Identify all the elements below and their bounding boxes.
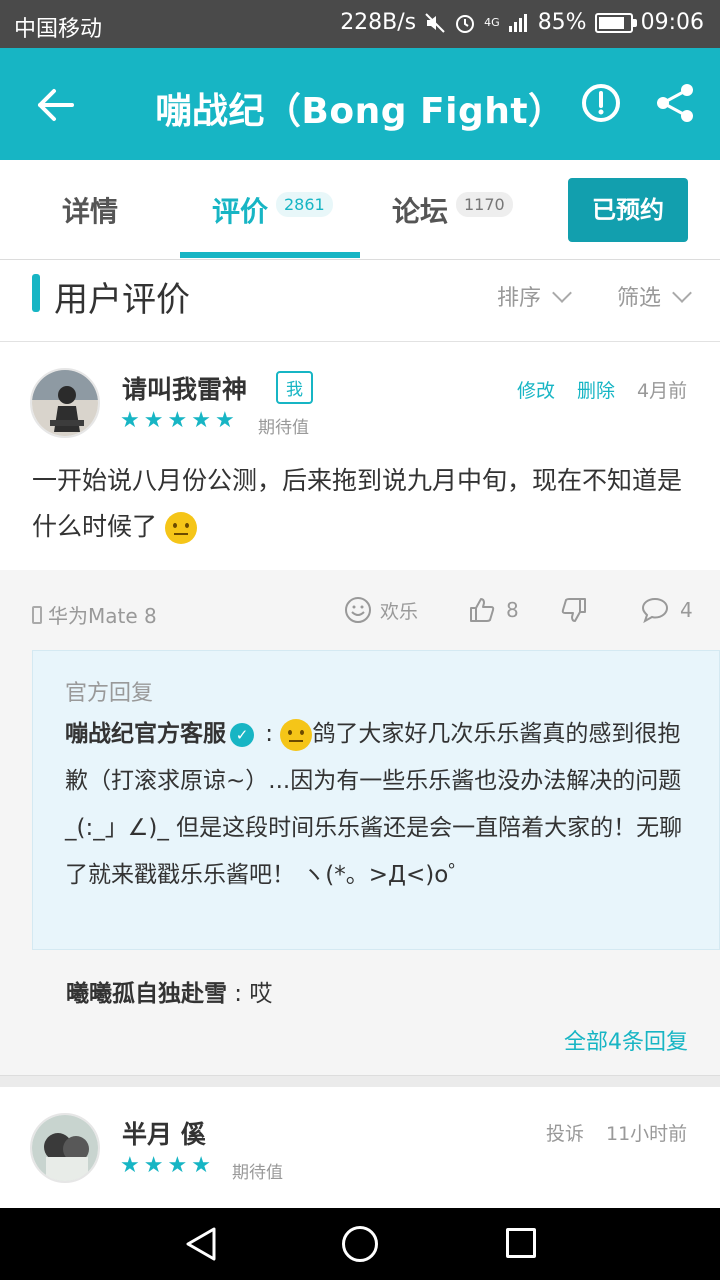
network-speed: 228B/s — [340, 10, 417, 35]
review-text: 一开始说八月份公测，后来拖到说九月中旬，现在不知道是什么时候了 — [32, 458, 692, 550]
filter-label: 筛选 — [617, 286, 662, 311]
tab-forum-count: 1170 — [456, 192, 513, 217]
star-icon: ★ — [191, 408, 211, 433]
star-icon: ★ — [167, 1153, 188, 1178]
alarm-icon — [456, 14, 475, 33]
dislike-button[interactable] — [560, 596, 588, 628]
reviews-section-header: 用户评价 排序 筛选 — [0, 260, 720, 342]
like-button[interactable]: 8 — [468, 596, 519, 624]
nav-home-icon[interactable] — [342, 1226, 378, 1262]
star-icon: ★ — [143, 1153, 164, 1178]
replies-section: 官方回复 嘣战纪官方客服 ✓ : 鸽了大家好几次乐乐酱真的感到很抱歉（打滚求原谅~… — [0, 650, 720, 1075]
delete-link[interactable]: 删除 — [577, 376, 615, 403]
official-account-name[interactable]: 嘣战纪官方客服 — [65, 721, 226, 747]
carrier-name: 中国移动 — [14, 17, 103, 42]
sub-reply-separator: : — [227, 981, 250, 1007]
star-icon: ★ — [120, 1153, 140, 1178]
avatar-image — [32, 1115, 98, 1181]
report-icon[interactable] — [578, 80, 624, 126]
sub-reply: 曦曦孤自独赴雪 : 哎 — [66, 974, 272, 1008]
tab-reviews-label: 评价 — [212, 195, 269, 228]
fun-label: 欢乐 — [380, 600, 419, 623]
tab-indicator — [180, 252, 360, 258]
like-count: 8 — [506, 598, 519, 622]
status-icons: 228B/s 4G 85% 09:06 — [340, 10, 704, 35]
neutral-face-emoji-icon — [164, 512, 197, 544]
tab-reviews-count: 2861 — [276, 192, 333, 217]
mute-icon — [425, 12, 445, 33]
review-status: 期待值 — [258, 418, 309, 438]
nav-back-icon[interactable] — [184, 1226, 218, 1262]
device-name: 华为Mate 8 — [48, 604, 157, 628]
review-body: 一开始说八月份公测，后来拖到说九月中旬，现在不知道是什么时候了 — [32, 466, 683, 541]
sub-reply-text: 哎 — [249, 981, 273, 1007]
signal-icon — [508, 13, 527, 32]
section-title: 用户评价 — [54, 280, 190, 320]
official-separator: : — [258, 721, 281, 747]
review-status: 期待值 — [232, 1163, 283, 1183]
review-card: 请叫我雷神 我 ★ ★ ★ ★ ★ 期待值 修改 删除 4月前 一开始说八月份公测，后来… — [0, 342, 720, 570]
tab-forum[interactable]: 论坛 1170 — [360, 160, 540, 260]
rating-stars: ★ ★ ★ ★ — [120, 1153, 211, 1178]
review-time: 11小时前 — [606, 1123, 688, 1145]
avatar-image — [32, 370, 98, 436]
sub-reply-username[interactable]: 曦曦孤自独赴雪 — [66, 981, 227, 1007]
app-bar: 嘣战纪（Bong Fight） — [0, 48, 720, 160]
report-link[interactable]: 投诉 — [546, 1119, 584, 1146]
star-icon: ★ — [214, 408, 235, 433]
comment-button[interactable]: 4 — [640, 596, 693, 624]
nav-recent-apps-icon[interactable] — [506, 1228, 536, 1258]
official-reply-content: 嘣战纪官方客服 ✓ : 鸽了大家好几次乐乐酱真的感到很抱歉（打滚求原谅~）...因… — [65, 711, 685, 899]
chevron-down-icon — [552, 283, 572, 303]
edit-link[interactable]: 修改 — [517, 376, 555, 403]
fun-button[interactable]: 欢乐 — [344, 596, 418, 624]
divider — [0, 1075, 720, 1087]
smiley-icon — [345, 597, 371, 623]
review-footer: 华为Mate 8 欢乐 8 4 — [0, 570, 720, 650]
review-username[interactable]: 半月 傒 — [122, 1115, 206, 1151]
review-card: 半月 傒 ★ ★ ★ ★ 期待值 投诉 11小时前 — [0, 1087, 720, 1208]
tab-reviews[interactable]: 评价 2861 — [180, 160, 360, 260]
share-icon[interactable] — [652, 80, 698, 126]
filter-dropdown[interactable]: 筛选 — [617, 280, 692, 312]
rating-stars: ★ ★ ★ ★ ★ — [120, 408, 235, 433]
network-type: 4G — [484, 16, 500, 29]
star-icon: ★ — [120, 408, 140, 433]
me-badge: 我 — [276, 371, 313, 404]
review-username[interactable]: 请叫我雷神 — [122, 370, 247, 406]
star-icon: ★ — [167, 408, 188, 433]
phone-icon — [32, 605, 42, 624]
avatar[interactable] — [30, 1113, 100, 1183]
verified-check-icon: ✓ — [230, 722, 254, 747]
star-icon: ★ — [191, 1153, 211, 1178]
review-time: 4月前 — [637, 380, 688, 402]
clock: 09:06 — [640, 10, 704, 35]
battery-icon — [594, 12, 637, 33]
tab-forum-label: 论坛 — [392, 195, 449, 228]
all-replies-link[interactable]: 全部4条回复 — [564, 1024, 688, 1056]
system-nav-bar — [0, 1208, 720, 1280]
tab-details[interactable]: 详情 — [0, 160, 180, 260]
status-bar: 中国移动 228B/s 4G 85% 09:06 — [0, 0, 720, 48]
battery-percent: 85% — [537, 10, 587, 35]
thumbs-down-icon — [561, 598, 586, 622]
reserved-button[interactable]: 已预约 — [568, 178, 688, 242]
official-reply: 官方回复 嘣战纪官方客服 ✓ : 鸽了大家好几次乐乐酱真的感到很抱歉（打滚求原谅~… — [32, 650, 720, 950]
comment-count: 4 — [680, 598, 693, 622]
section-accent-bar — [32, 274, 40, 312]
sort-dropdown[interactable]: 排序 — [497, 280, 572, 312]
avatar[interactable] — [30, 368, 100, 438]
chevron-down-icon — [672, 283, 692, 303]
sort-label: 排序 — [497, 286, 542, 311]
device-info: 华为Mate 8 — [32, 600, 157, 629]
tab-details-label: 详情 — [62, 195, 119, 228]
neutral-face-emoji-icon — [280, 718, 313, 751]
comment-bubble-icon — [641, 597, 669, 624]
star-icon: ★ — [143, 408, 164, 433]
thumbs-up-icon — [470, 598, 495, 622]
official-reply-label: 官方回复 — [65, 681, 154, 706]
